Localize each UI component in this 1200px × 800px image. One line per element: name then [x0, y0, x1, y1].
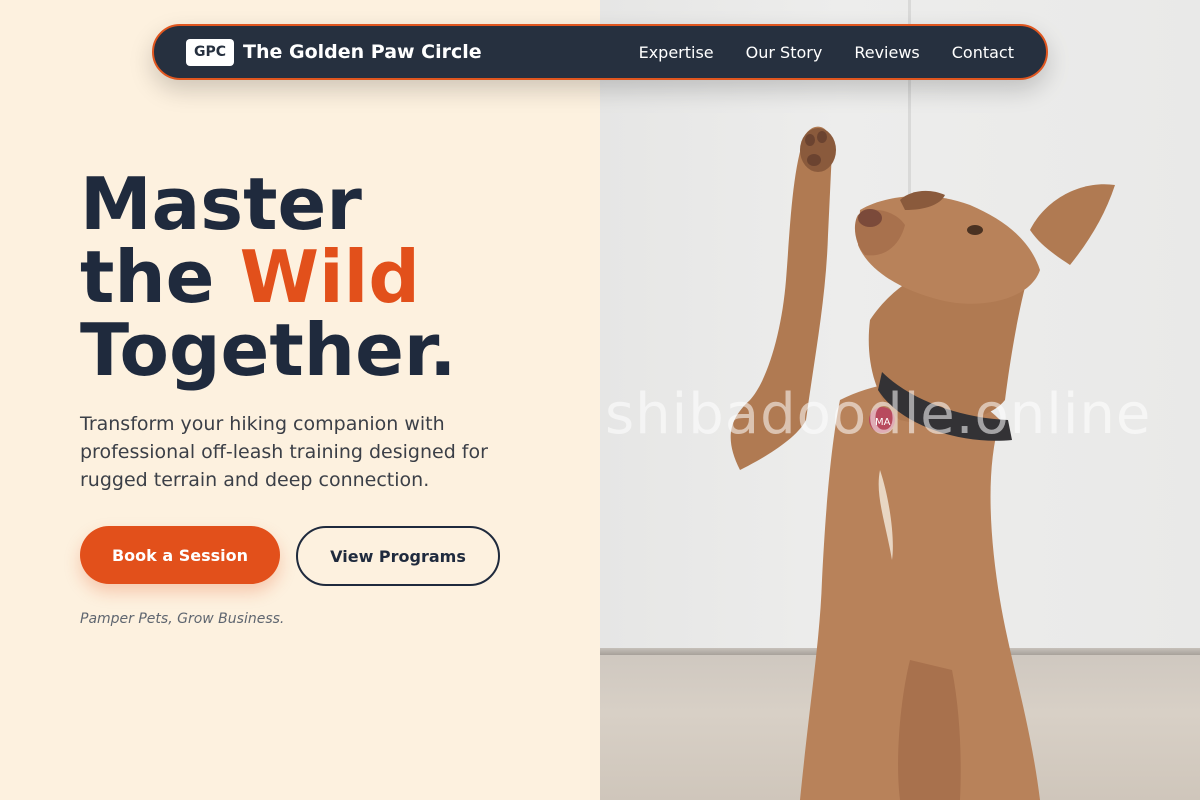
navbar: GPC The Golden Paw Circle Expertise Our …: [152, 24, 1048, 80]
book-session-button[interactable]: Book a Session: [80, 526, 280, 584]
nav-link-our-story[interactable]: Our Story: [746, 43, 823, 62]
hero-title-accent: Wild: [239, 235, 420, 319]
brand-name[interactable]: The Golden Paw Circle: [243, 41, 482, 63]
nav-link-reviews[interactable]: Reviews: [854, 43, 919, 62]
hero-title: Master the Wild Together.: [80, 168, 457, 387]
hero-title-line3: Together.: [80, 308, 457, 392]
hero-subtitle: Transform your hiking companion with pro…: [80, 413, 488, 491]
nav-links: Expertise Our Story Reviews Contact: [639, 43, 1014, 62]
tagline: Pamper Pets, Grow Business.: [80, 611, 285, 627]
watermark: shibadoodle.online: [605, 382, 1152, 447]
hero-left-panel: [0, 0, 600, 800]
nav-link-contact[interactable]: Contact: [952, 43, 1014, 62]
nav-link-expertise[interactable]: Expertise: [639, 43, 714, 62]
hero-title-line2-pre: the: [80, 235, 240, 319]
hero-title-line1: Master: [80, 162, 362, 246]
logo-badge[interactable]: GPC: [186, 38, 234, 66]
view-programs-button[interactable]: View Programs: [296, 526, 500, 586]
